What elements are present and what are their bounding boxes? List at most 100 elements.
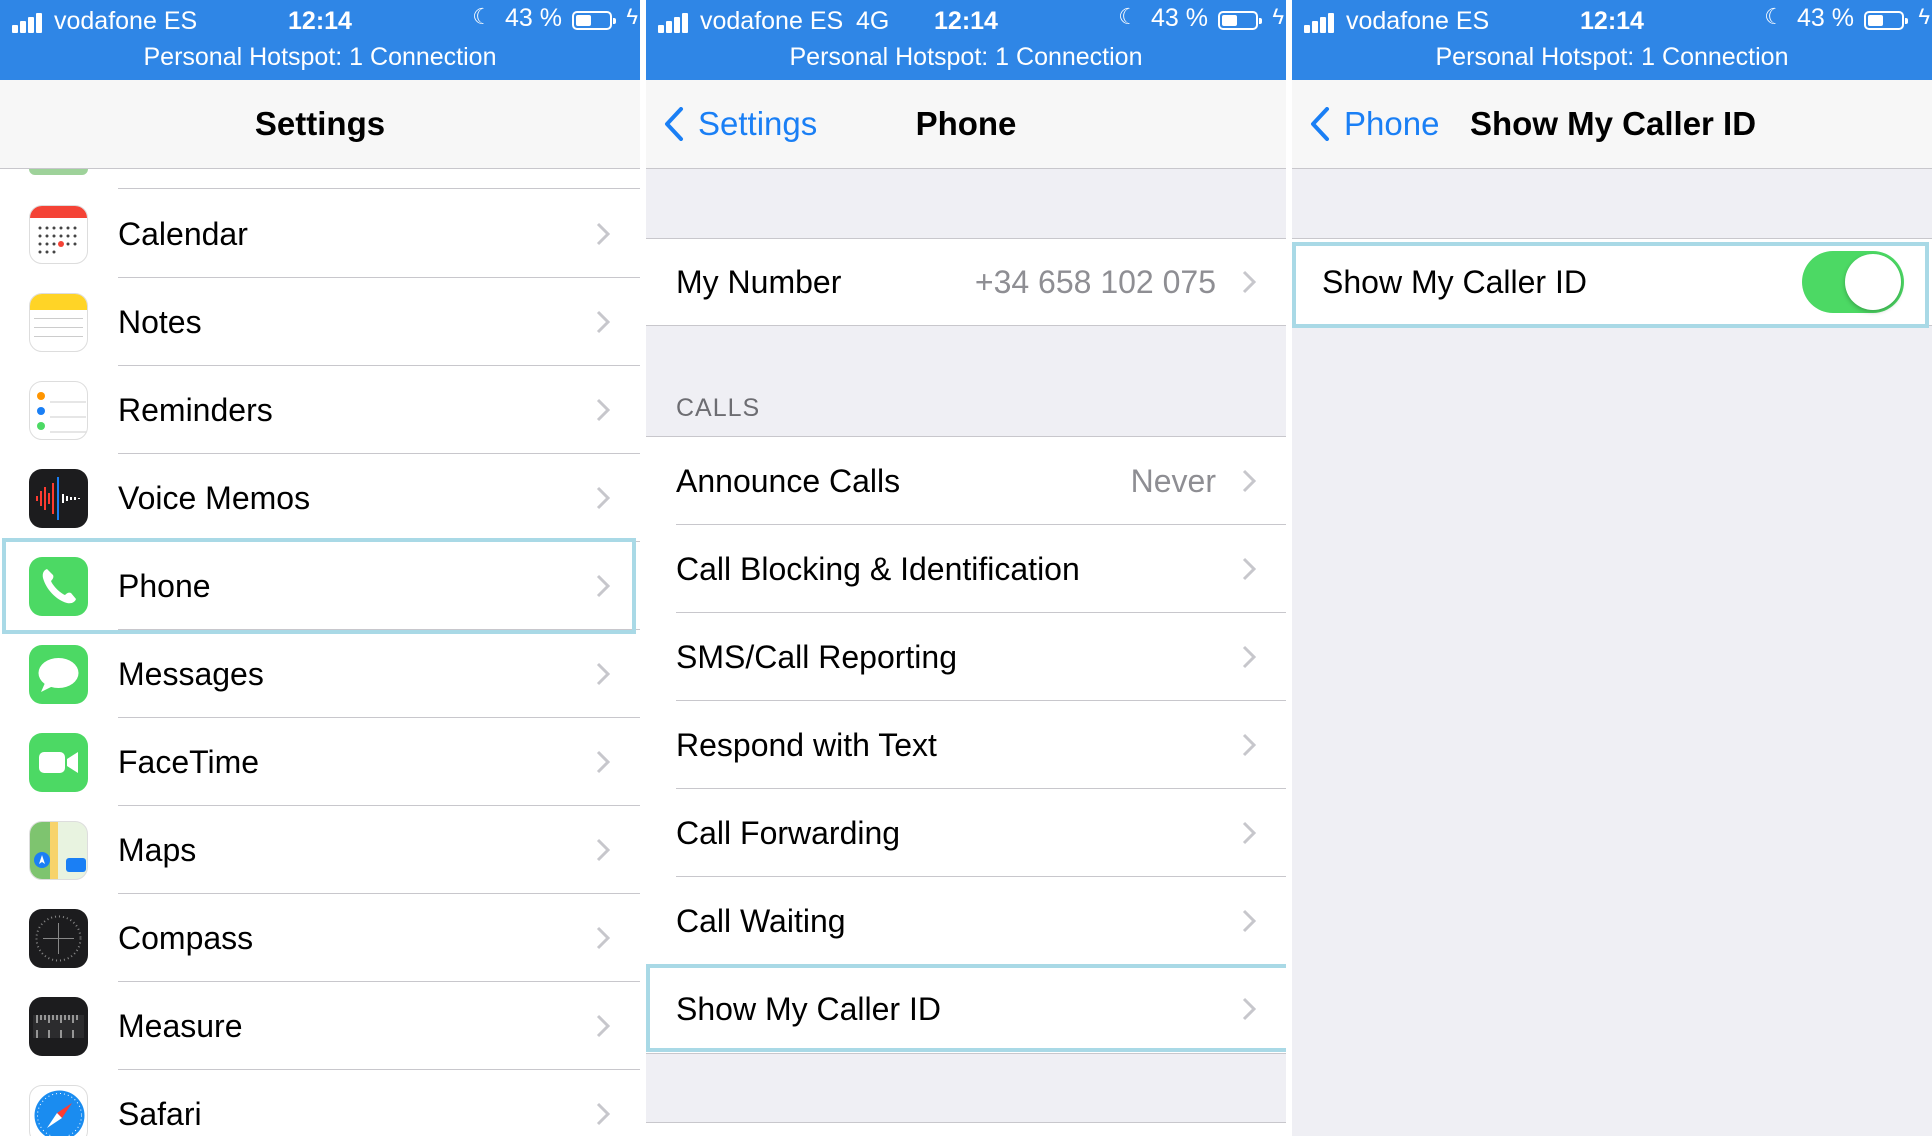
settings-item-maps[interactable]: Maps <box>0 806 640 894</box>
battery-percent: 43 % <box>1797 4 1854 32</box>
settings-item-voice-memos[interactable]: Voice Memos <box>0 454 640 542</box>
do-not-disturb-icon: ☾ <box>1764 4 1784 29</box>
row-label: Call Waiting <box>676 902 846 939</box>
chevron-right-icon <box>596 1014 610 1038</box>
caller-id-screen: vodafone ES 12:14 ☾ 43 % ϟ Personal Hots… <box>1292 0 1932 1136</box>
settings-item-compass[interactable]: Compass <box>0 894 640 982</box>
settings-item-label: Calendar <box>118 215 248 252</box>
settings-item-measure[interactable]: Measure <box>0 982 640 1070</box>
chevron-right-icon <box>596 222 610 246</box>
respond-with-text-row[interactable]: Respond with Text <box>646 701 1286 789</box>
compass-icon <box>29 909 88 968</box>
chevron-right-icon <box>1242 733 1256 757</box>
row-label: Announce Calls <box>676 462 901 499</box>
voice-memos-icon <box>29 469 88 528</box>
settings-item-notes[interactable]: Notes <box>0 278 640 366</box>
chevron-right-icon <box>1242 557 1256 581</box>
settings-item-label: FaceTime <box>118 743 260 780</box>
settings-item-calendar[interactable]: Calendar <box>0 190 640 278</box>
notes-icon <box>29 293 88 352</box>
page-title: Settings <box>254 105 386 142</box>
back-label: Phone <box>1344 105 1440 142</box>
show-caller-id-toggle[interactable] <box>1802 251 1904 313</box>
announce-calls-row[interactable]: Announce Calls Never <box>646 437 1286 525</box>
chevron-right-icon <box>1242 997 1256 1021</box>
hotspot-banner[interactable]: Personal Hotspot: 1 Connection <box>1292 43 1932 72</box>
battery-icon <box>1864 11 1908 30</box>
chevron-right-icon <box>596 926 610 950</box>
row-label: Call Blocking & Identification <box>676 550 1080 587</box>
my-number-row[interactable]: My Number +34 658 102 075 <box>646 238 1286 326</box>
charging-icon: ϟ <box>1918 4 1930 29</box>
hotspot-banner[interactable]: Personal Hotspot: 1 Connection <box>646 43 1286 72</box>
chevron-right-icon <box>596 750 610 774</box>
navigation-bar: Phone Show My Caller ID <box>1292 80 1932 169</box>
call-blocking-row[interactable]: Call Blocking & Identification <box>646 525 1286 613</box>
settings-screen: vodafone ES 12:14 ☾ 43 % ϟ Personal Hots… <box>0 0 640 1136</box>
page-title: Phone <box>915 105 1017 142</box>
page-title: Show My Caller ID <box>1470 105 1757 142</box>
settings-item-facetime[interactable]: FaceTime <box>0 718 640 806</box>
chevron-right-icon <box>596 398 610 422</box>
settings-item-label: Voice Memos <box>118 479 311 516</box>
settings-item-label: Messages <box>118 655 264 692</box>
show-caller-id-row[interactable]: Show My Caller ID <box>646 965 1286 1053</box>
toggle-label: Show My Caller ID <box>1322 263 1587 300</box>
chevron-right-icon <box>1242 270 1256 294</box>
settings-item-label: Reminders <box>118 391 273 428</box>
charging-icon: ϟ <box>1272 4 1284 29</box>
my-number-value: +34 658 102 075 <box>974 263 1216 300</box>
settings-item-safari[interactable]: Safari <box>0 1070 640 1136</box>
back-button[interactable]: Phone <box>1310 80 1439 168</box>
status-bar: vodafone ES 4G 12:14 ☾ 43 % ϟ Personal H… <box>646 0 1286 80</box>
battery-icon <box>572 11 616 30</box>
chevron-left-icon <box>1311 107 1329 141</box>
settings-item-label: Notes <box>118 303 202 340</box>
status-bar: vodafone ES 12:14 ☾ 43 % ϟ Personal Hots… <box>0 0 640 80</box>
settings-item-reminders[interactable]: Reminders <box>0 366 640 454</box>
settings-item-label: Phone <box>118 567 211 604</box>
reminders-icon <box>29 381 88 440</box>
do-not-disturb-icon: ☾ <box>472 4 492 29</box>
chevron-right-icon <box>1242 909 1256 933</box>
navigation-bar: Settings <box>0 80 640 169</box>
chevron-right-icon <box>1242 645 1256 669</box>
facetime-icon <box>29 733 88 792</box>
row-label: Respond with Text <box>676 726 937 763</box>
hotspot-banner[interactable]: Personal Hotspot: 1 Connection <box>0 43 640 72</box>
battery-percent: 43 % <box>505 4 562 32</box>
settings-item-messages[interactable]: Messages <box>0 630 640 718</box>
settings-item-phone[interactable]: Phone <box>0 542 640 630</box>
status-bar: vodafone ES 12:14 ☾ 43 % ϟ Personal Hots… <box>1292 0 1932 80</box>
do-not-disturb-icon: ☾ <box>1118 4 1138 29</box>
row-label: Show My Caller ID <box>676 990 941 1027</box>
my-number-label: My Number <box>676 263 842 300</box>
battery-icon <box>1218 11 1262 30</box>
calls-section-header: CALLS <box>676 394 761 422</box>
call-forwarding-row[interactable]: Call Forwarding <box>646 789 1286 877</box>
battery-percent: 43 % <box>1151 4 1208 32</box>
settings-item-label: Maps <box>118 831 197 868</box>
calendar-icon <box>29 205 88 264</box>
charging-icon: ϟ <box>626 4 638 29</box>
safari-icon <box>29 1085 88 1136</box>
show-caller-id-toggle-row: Show My Caller ID <box>1292 238 1932 326</box>
call-waiting-row[interactable]: Call Waiting <box>646 877 1286 965</box>
messages-icon <box>29 645 88 704</box>
chevron-right-icon <box>596 1102 610 1126</box>
toggle-knob <box>1845 254 1901 310</box>
phone-settings-screen: vodafone ES 4G 12:14 ☾ 43 % ϟ Personal H… <box>646 0 1286 1136</box>
chevron-right-icon <box>596 662 610 686</box>
chevron-right-icon <box>1242 821 1256 845</box>
row-label: Call Forwarding <box>676 814 901 851</box>
chevron-right-icon <box>596 486 610 510</box>
sms-call-reporting-row[interactable]: SMS/Call Reporting <box>646 613 1286 701</box>
phone-icon <box>29 557 88 616</box>
navigation-bar: Settings Phone <box>646 80 1286 169</box>
chevron-right-icon <box>1242 469 1256 493</box>
row-label: SMS/Call Reporting <box>676 638 957 675</box>
settings-item-label: Compass <box>118 919 254 956</box>
chevron-right-icon <box>596 310 610 334</box>
chevron-right-icon <box>596 574 610 598</box>
settings-item-label: Measure <box>118 1007 243 1044</box>
